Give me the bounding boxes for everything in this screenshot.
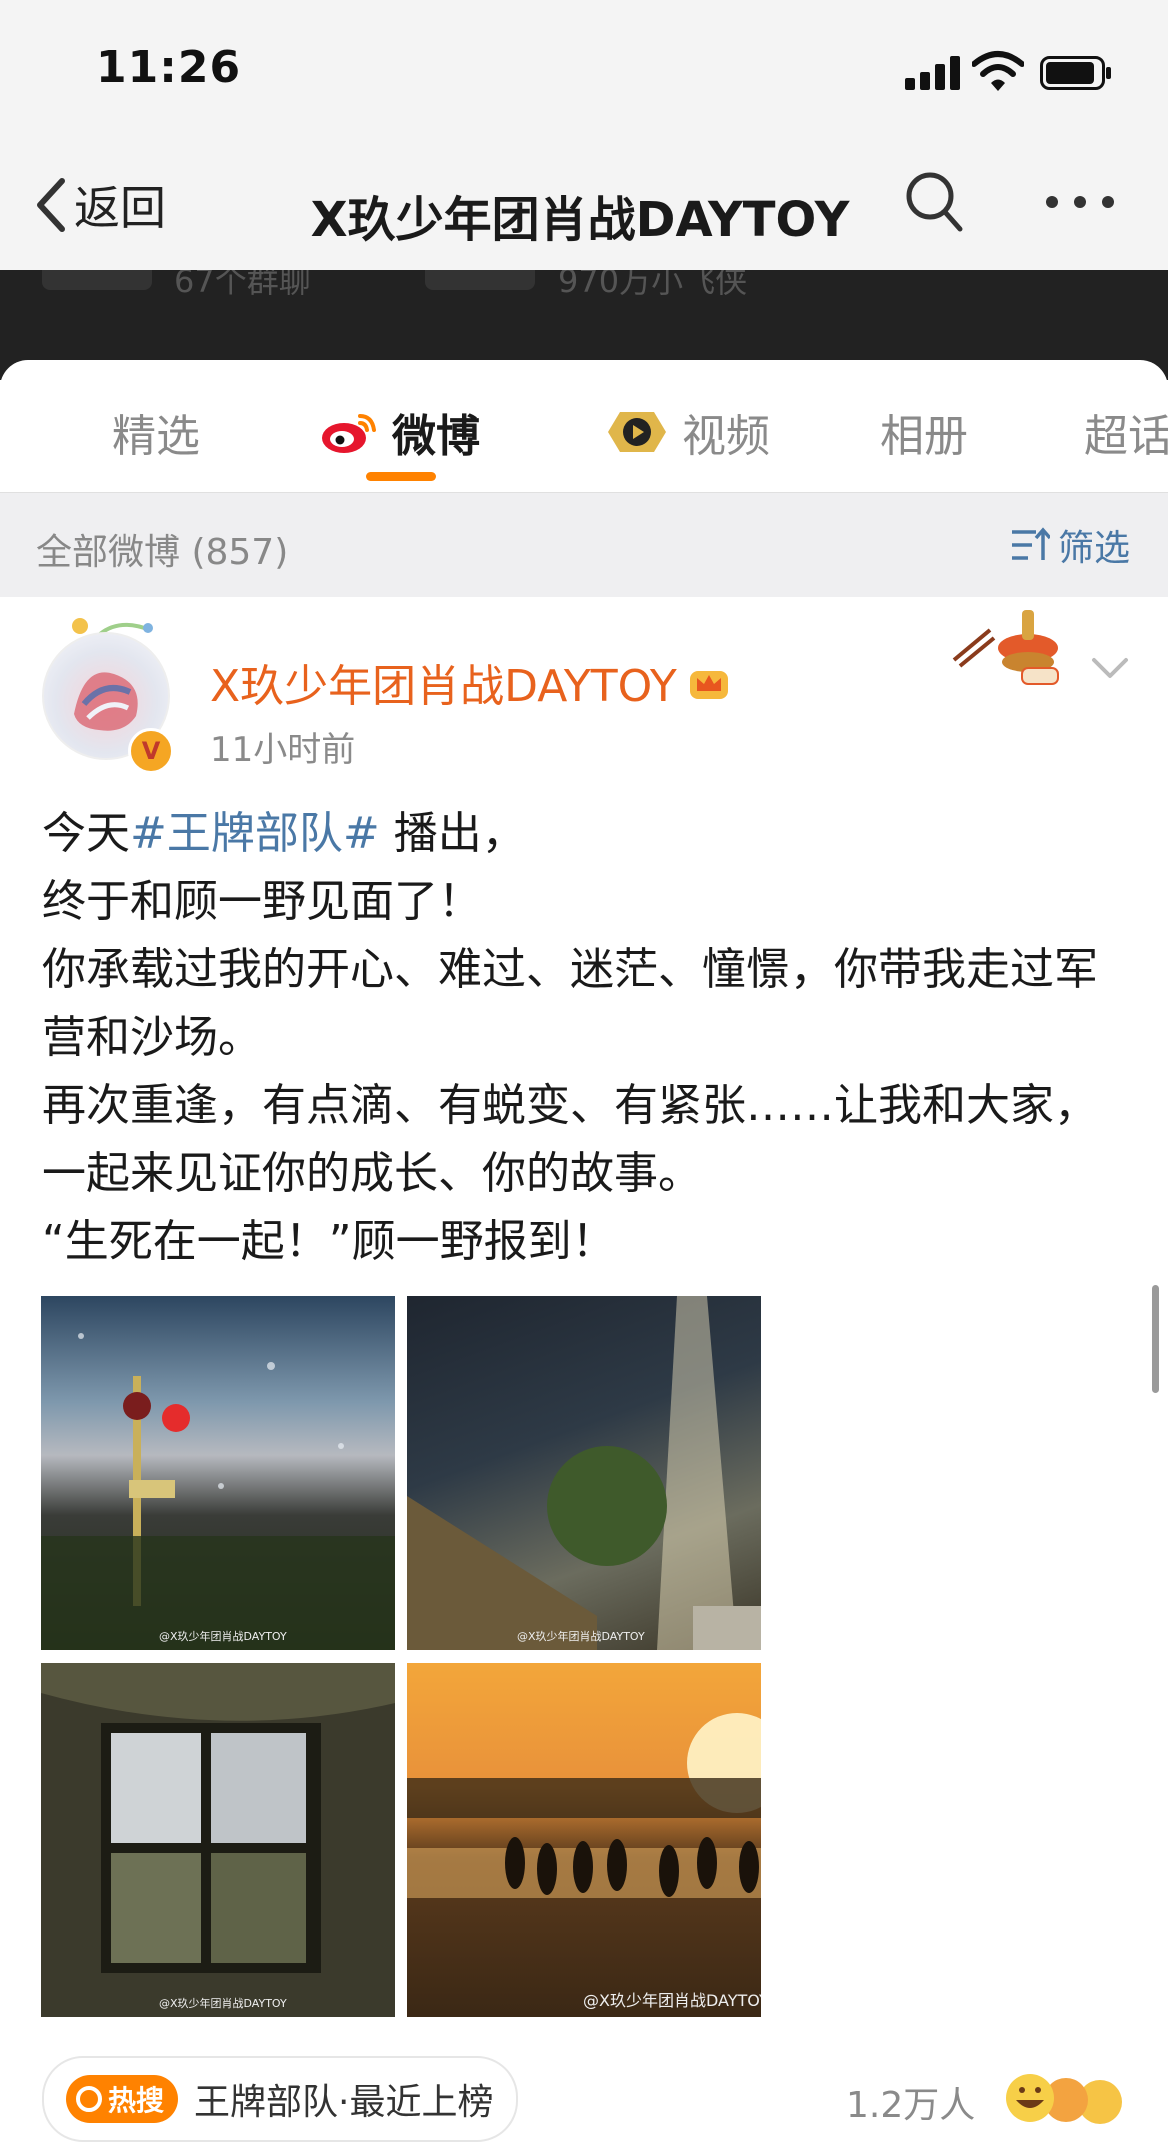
post-line: 今天#王牌部队# 播出， xyxy=(42,800,1132,868)
post-line: “生死在一起！”顾一野报到！ xyxy=(42,1216,616,1267)
filter-label: 筛选 xyxy=(1057,528,1130,569)
tab-weibo[interactable]: 微博 xyxy=(320,400,480,464)
reaction-emojis-icon[interactable] xyxy=(1000,2070,1130,2130)
reaction-count: 1.2万人 xyxy=(846,2085,976,2126)
tab-bar: 精选 微博 视频 相册 超话 xyxy=(0,360,1168,492)
battery-icon xyxy=(1040,56,1111,90)
post-body: 今天#王牌部队# 播出， 终于和顾一野见面了！ 你承载过我的开心、难过、迷茫、憧… xyxy=(42,800,1132,1276)
fans-thumb xyxy=(425,270,535,290)
filter-bar: 全部微博 (857) 筛选 xyxy=(0,492,1168,597)
tab-label: 精选 xyxy=(112,411,200,462)
tab-featured[interactable]: 精选 xyxy=(112,400,200,464)
post-photo-rainy-signal[interactable]: @X玖少年团肖战DAYTOY xyxy=(41,1296,395,1650)
group-chat-count: 67个群聊 xyxy=(174,270,311,300)
chevron-left-icon xyxy=(37,178,65,232)
back-label: 返回 xyxy=(74,181,166,235)
filter-icon xyxy=(1011,527,1050,560)
post-photo-barracks-sun[interactable]: @X玖少年团肖战DAYTOY xyxy=(407,1296,761,1650)
trending-topic-pill[interactable]: 热搜 王牌部队·最近上榜 xyxy=(42,2056,518,2142)
post-line: 再次重逢，有点滴、有蜕变、有紧张……让我和大家，一起来见证你的成长、你的故事。 xyxy=(42,1080,1098,1199)
tab-video[interactable]: 视频 xyxy=(604,400,770,464)
photo-illustration xyxy=(41,1663,395,1973)
photo-illustration xyxy=(41,1333,395,1650)
post-photo-tent-window[interactable]: @X玖少年团肖战DAYTOY xyxy=(41,1663,395,2017)
photo-watermark: @X玖少年团肖战DAYTOY xyxy=(159,1630,287,1643)
search-icon[interactable] xyxy=(904,170,964,234)
trending-text: 王牌部队·最近上榜 xyxy=(194,2082,494,2123)
weibo-logo-icon xyxy=(322,414,376,453)
photo-watermark: @X玖少年团肖战DAYTOY xyxy=(159,1997,287,2010)
post-photo-sunset-run[interactable]: @X玖少年团肖战DAYTOY xyxy=(407,1663,761,2017)
filter-button[interactable]: 筛选 xyxy=(1010,519,1130,571)
status-bar: 11:26 xyxy=(0,0,1168,140)
search-icon xyxy=(76,2086,102,2112)
text-segment: 今天 xyxy=(42,808,130,859)
group-chat-thumb xyxy=(42,270,152,290)
crown-icon xyxy=(689,671,728,699)
more-options-icon[interactable] xyxy=(1046,196,1114,212)
hot-search-badge: 热搜 xyxy=(66,2075,179,2123)
wifi-icon xyxy=(972,51,1024,91)
post-author[interactable]: X玖少年团肖战DAYTOY xyxy=(210,650,731,714)
fans-count: 970万小飞侠 xyxy=(558,270,748,300)
page-title: X玖少年团肖战DAYTOY xyxy=(310,192,850,248)
chevron-down-icon[interactable] xyxy=(1090,650,1130,686)
nav-bar: 返回 X玖少年团肖战DAYTOY xyxy=(0,140,1168,270)
hashtag-link[interactable]: #王牌部队# xyxy=(130,808,380,859)
author-name: X玖少年团肖战DAYTOY xyxy=(210,661,677,712)
cellular-signal-icon xyxy=(905,56,961,90)
verified-badge: V xyxy=(128,728,174,774)
tab-label: 微博 xyxy=(392,411,480,462)
tab-album[interactable]: 相册 xyxy=(880,400,968,464)
photo-illustration xyxy=(407,1713,761,1898)
photo-illustration xyxy=(407,1296,761,1650)
tab-label: 视频 xyxy=(682,411,770,462)
text-segment: 播出， xyxy=(379,808,526,859)
photo-watermark: @X玖少年团肖战DAYTOY xyxy=(583,1991,761,2010)
weibo-count: 全部微博 (857) xyxy=(36,532,289,573)
tab-supertopic[interactable]: 超话 xyxy=(1084,400,1168,464)
status-time: 11:26 xyxy=(96,42,242,93)
active-tab-indicator xyxy=(366,472,436,481)
photo-watermark: @X玖少年团肖战DAYTOY xyxy=(517,1630,645,1643)
video-icon xyxy=(608,412,666,452)
post-line: 终于和顾一野见面了！ xyxy=(42,876,482,927)
post-line: 你承载过我的开心、难过、迷茫、憧憬，你带我走过军营和沙场。 xyxy=(42,944,1098,1063)
post-time: 11小时前 xyxy=(210,730,356,770)
hotpot-decoration-icon xyxy=(952,610,1059,685)
back-button[interactable]: 返回 xyxy=(32,170,166,240)
scrollbar-thumb[interactable] xyxy=(1152,1285,1159,1393)
tab-label: 超话 xyxy=(1084,411,1168,462)
hot-search-label: 热搜 xyxy=(108,2084,165,2117)
tab-label: 相册 xyxy=(880,411,968,462)
